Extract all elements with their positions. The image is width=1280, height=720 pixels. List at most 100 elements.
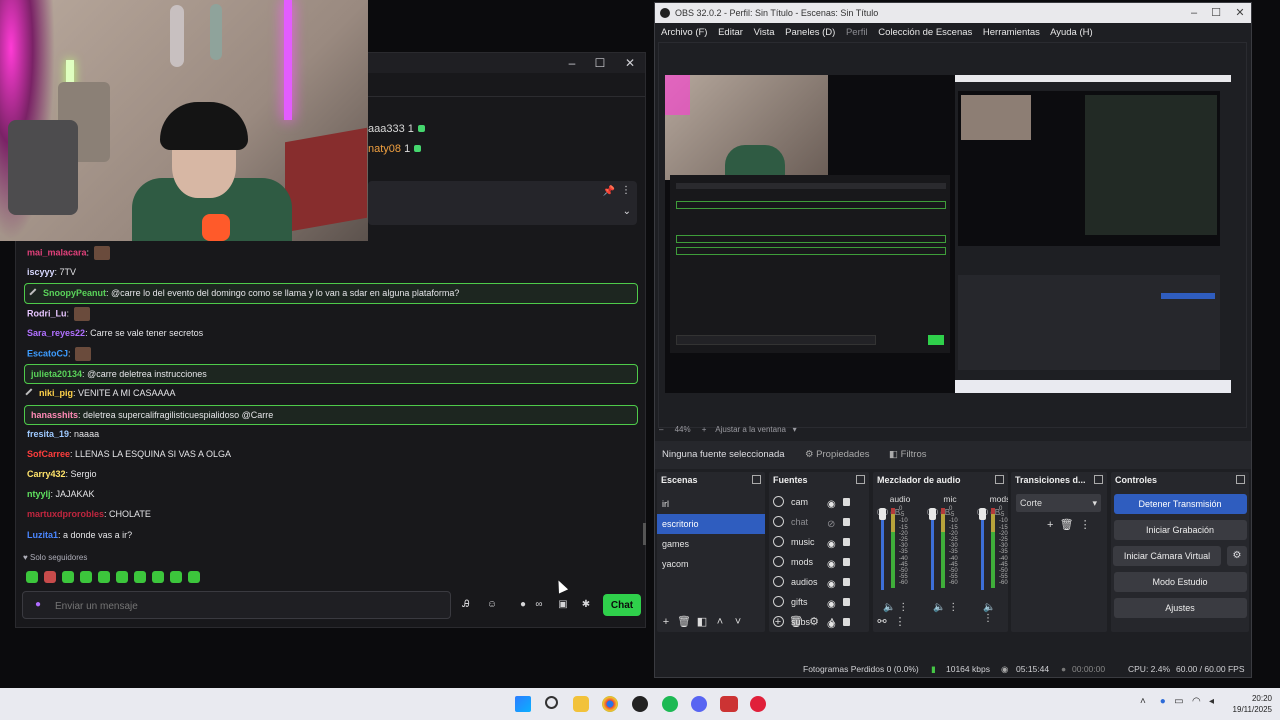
close-icon[interactable]: ✕: [621, 55, 639, 71]
volume-slider[interactable]: [929, 508, 936, 590]
trash-icon[interactable]: 🗑: [675, 612, 693, 632]
source-item-gifts[interactable]: gifts ◉: [769, 592, 869, 612]
emote-icon[interactable]: [98, 571, 110, 583]
slider-knob[interactable]: [879, 508, 886, 520]
lock-icon[interactable]: [843, 498, 850, 506]
scene-item-yacom[interactable]: yacom: [657, 554, 765, 574]
obs-taskbar-icon[interactable]: [632, 696, 648, 712]
spotify-icon[interactable]: [662, 696, 678, 712]
chevron-up-icon[interactable]: ˄: [1140, 696, 1146, 707]
transition-select[interactable]: Corte ▾: [1016, 494, 1101, 512]
channel-points-icon[interactable]: ∞: [532, 598, 546, 612]
bits-icon[interactable]: ●: [516, 598, 530, 612]
emote-icon[interactable]: [80, 571, 92, 583]
lock-icon[interactable]: [843, 598, 850, 606]
translate-icon[interactable]: Ꭿ: [459, 598, 473, 612]
volume-slider[interactable]: [879, 508, 886, 590]
close-icon[interactable]: ✕: [1229, 3, 1251, 23]
source-item-chat[interactable]: chat ⊘: [769, 512, 869, 532]
chat-username[interactable]: ntyylj: [27, 489, 51, 499]
chevron-up-icon[interactable]: ˄: [711, 612, 729, 632]
discord-icon[interactable]: [691, 696, 707, 712]
chat-scrollbar[interactable]: [643, 523, 646, 545]
chevron-down-icon[interactable]: ˅: [729, 612, 747, 632]
menu-editar[interactable]: Editar: [718, 27, 743, 38]
slider-knob[interactable]: [979, 508, 986, 520]
popout-icon[interactable]: [1236, 475, 1245, 484]
gear-icon[interactable]: ✱: [579, 598, 593, 612]
windows-start-icon[interactable]: [515, 696, 531, 712]
volume-slider[interactable]: [979, 508, 986, 590]
wifi-icon[interactable]: ◠: [1192, 696, 1201, 707]
battery-icon[interactable]: ▭: [1174, 696, 1183, 707]
lock-icon[interactable]: [843, 518, 850, 526]
stop-stream-button[interactable]: Detener Transmisión: [1113, 494, 1247, 514]
microphone-icon[interactable]: ●: [1160, 696, 1166, 707]
zoom-out-icon[interactable]: –: [659, 425, 663, 434]
emote-icon[interactable]: [188, 571, 200, 583]
top-viewer[interactable]: naty08 1: [368, 143, 628, 163]
menu-herramientas[interactable]: Herramientas: [983, 27, 1040, 38]
lock-icon[interactable]: [843, 578, 850, 586]
emote-icon[interactable]: [62, 571, 74, 583]
gift-icon[interactable]: ▣: [556, 598, 570, 612]
chat-username[interactable]: niki_pig: [39, 388, 73, 398]
filter-icon[interactable]: ◧: [693, 612, 711, 632]
popout-icon[interactable]: [752, 475, 761, 484]
chat-username[interactable]: iscyyy: [27, 267, 55, 277]
chat-username[interactable]: hanasshits: [31, 410, 78, 420]
app-icon[interactable]: [720, 696, 738, 712]
chat-username[interactable]: martuxdprorobles: [27, 509, 104, 519]
emote-icon[interactable]: [134, 571, 146, 583]
emote-icon[interactable]: [26, 571, 38, 583]
chat-input[interactable]: [55, 598, 435, 614]
lock-icon[interactable]: [843, 538, 850, 546]
start-vcam-button[interactable]: Iniciar Cámara Virtual: [1113, 546, 1221, 566]
emote-icon[interactable]: [152, 571, 164, 583]
zoom-in-icon[interactable]: +: [702, 425, 707, 434]
chat-username[interactable]: julieta20134: [31, 369, 82, 379]
minimize-icon[interactable]: –: [1183, 3, 1205, 23]
app-icon[interactable]: [750, 696, 766, 712]
popout-icon[interactable]: [856, 475, 865, 484]
chat-username[interactable]: Rodri_Lu: [27, 308, 67, 318]
volume-icon[interactable]: ◂: [1209, 696, 1214, 707]
minimize-icon[interactable]: –: [563, 55, 581, 71]
chevron-up-icon[interactable]: ˄: [823, 612, 841, 632]
scene-item-escritorio[interactable]: escritorio: [657, 514, 765, 534]
menu-ayuda[interactable]: Ayuda (H): [1050, 27, 1093, 38]
scene-item-irl[interactable]: irl: [657, 494, 765, 514]
start-record-button[interactable]: Iniciar Grabación: [1113, 520, 1247, 540]
taskbar-clock[interactable]: 20:20 19/11/2025: [1222, 693, 1272, 715]
settings-button[interactable]: Ajustes: [1113, 598, 1247, 618]
more-icon[interactable]: ⋮: [621, 185, 631, 196]
link-icon[interactable]: ⚯: [873, 612, 891, 632]
chat-username[interactable]: SnoopyPeanut: [43, 288, 106, 298]
top-viewer[interactable]: aaa333 1: [368, 123, 628, 143]
chat-send-button[interactable]: Chat: [603, 594, 641, 616]
source-item-music[interactable]: music ◉: [769, 532, 869, 552]
obs-preview[interactable]: [665, 75, 1231, 393]
emote-icon[interactable]: [116, 571, 128, 583]
more-icon[interactable]: ⋮: [891, 612, 909, 632]
chat-username[interactable]: Luzita1: [27, 530, 58, 540]
slider-knob[interactable]: [929, 508, 936, 520]
emoji-icon[interactable]: ☺: [485, 598, 499, 612]
chat-username[interactable]: mai_malacara: [27, 247, 87, 257]
add-icon[interactable]: +: [1047, 519, 1053, 531]
file-explorer-icon[interactable]: [573, 696, 589, 712]
chevron-down-icon[interactable]: ⌄: [623, 206, 631, 217]
chat-username[interactable]: Sara_reyes22: [27, 328, 85, 338]
source-item-audios[interactable]: audios ◉: [769, 572, 869, 592]
studio-mode-button[interactable]: Modo Estudio: [1113, 572, 1247, 592]
filters-button[interactable]: ◧ Filtros: [889, 441, 927, 469]
source-item-mods[interactable]: mods ◉: [769, 552, 869, 572]
maximize-icon[interactable]: ☐: [1205, 3, 1227, 23]
add-icon[interactable]: +: [657, 612, 675, 632]
chrome-icon[interactable]: [602, 696, 618, 712]
chat-username[interactable]: SofCarree: [27, 449, 70, 459]
pin-icon[interactable]: 📌: [603, 186, 615, 197]
scene-item-games[interactable]: games: [657, 534, 765, 554]
gear-icon[interactable]: ⚙: [1227, 546, 1247, 566]
maximize-icon[interactable]: ☐: [591, 55, 609, 71]
